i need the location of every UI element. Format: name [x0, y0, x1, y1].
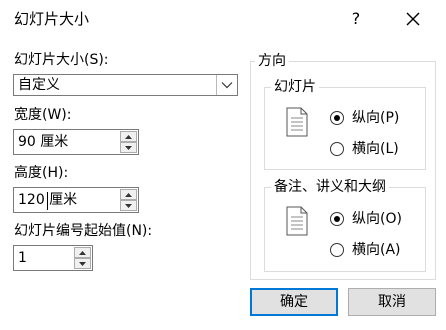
notes-portrait-label[interactable]: 纵向(O) [352, 210, 402, 228]
orientation-title: 方向 [255, 52, 289, 70]
start-number-increase-button[interactable] [74, 247, 91, 258]
start-number-value[interactable]: 1 [18, 249, 27, 267]
start-number-decrease-button[interactable] [74, 258, 91, 269]
slides-portrait-label[interactable]: 纵向(P) [352, 109, 399, 127]
chevron-down-icon [221, 82, 233, 89]
dropdown-button[interactable] [216, 75, 237, 95]
width-spinner[interactable]: 90 厘米 [13, 129, 139, 155]
text-cursor [47, 192, 48, 210]
question-mark-icon: ? [351, 9, 361, 28]
slides-group-title: 幻灯片 [271, 78, 319, 96]
notes-group-title: 备注、讲义和大纲 [271, 178, 389, 196]
document-icon [286, 107, 308, 137]
notes-portrait-radio[interactable] [330, 212, 344, 226]
dialog-title: 幻灯片大小 [14, 10, 90, 28]
slide-size-label: 幻灯片大小(S): [14, 52, 109, 68]
width-label: 宽度(W): [14, 107, 72, 123]
slides-landscape-radio[interactable] [330, 142, 344, 156]
width-increase-button[interactable] [120, 131, 137, 142]
cancel-button[interactable]: 取消 [348, 288, 436, 316]
notes-landscape-radio[interactable] [330, 243, 344, 257]
height-increase-button[interactable] [120, 189, 137, 200]
triangle-up-icon [125, 134, 132, 139]
ok-button[interactable]: 确定 [250, 288, 338, 316]
height-label: 高度(H): [14, 165, 69, 181]
start-number-spinner[interactable]: 1 [13, 245, 93, 271]
triangle-up-icon [125, 192, 132, 197]
notes-landscape-label[interactable]: 横向(A) [352, 241, 401, 259]
title-bar: 幻灯片大小 ? [0, 0, 446, 38]
slide-size-dialog: 幻灯片大小 ? 幻灯片大小(S): 自定义 宽度(W): 90 厘米 高度(H)… [0, 0, 446, 330]
triangle-down-icon [125, 203, 132, 208]
triangle-down-icon [79, 261, 86, 266]
triangle-up-icon [79, 250, 86, 255]
close-button[interactable] [398, 6, 428, 32]
slide-size-combobox[interactable]: 自定义 [13, 74, 238, 96]
height-decrease-button[interactable] [120, 200, 137, 211]
help-button[interactable]: ? [343, 6, 369, 32]
width-decrease-button[interactable] [120, 142, 137, 153]
slides-portrait-radio[interactable] [330, 111, 344, 125]
height-spinner[interactable]: 120 厘米 [13, 187, 139, 213]
slide-size-value: 自定义 [18, 77, 60, 93]
close-icon [406, 12, 420, 26]
width-value[interactable]: 90 厘米 [18, 133, 68, 151]
slides-landscape-label[interactable]: 横向(L) [352, 140, 399, 158]
triangle-down-icon [125, 145, 132, 150]
start-number-label: 幻灯片编号起始值(N): [14, 223, 153, 239]
document-icon [286, 206, 308, 236]
